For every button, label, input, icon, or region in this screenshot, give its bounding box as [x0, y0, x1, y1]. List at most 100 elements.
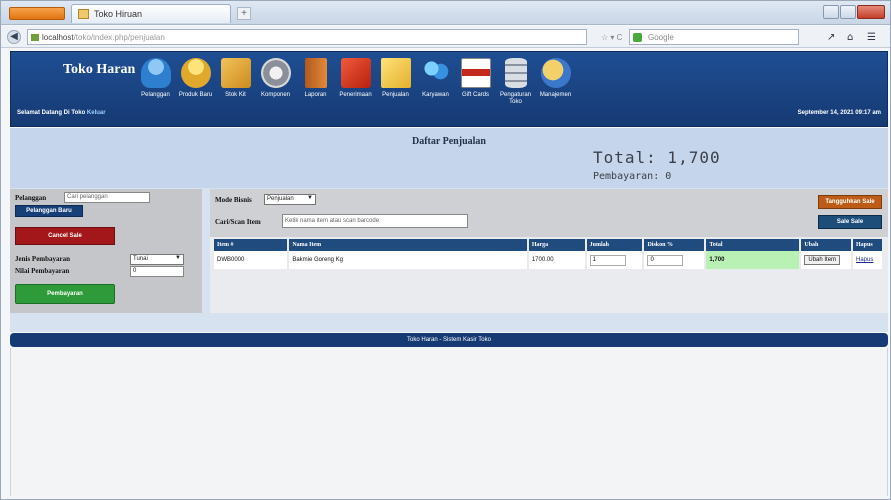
- table-row: DWB0000 Bakmie Goreng Kg 1700.00 1 0 1,7…: [214, 251, 885, 269]
- qty-input[interactable]: 1: [589, 254, 626, 266]
- menu-label: Penjualan: [382, 92, 409, 98]
- welcome-text: Selamat Datang Di Toko Keluar: [17, 110, 106, 116]
- cell-qty: 1: [585, 251, 645, 269]
- payment-type-label: Jenis Pembayaran: [15, 255, 71, 263]
- col-qty: Jumlah: [585, 239, 645, 251]
- menu-label: Penerimaan: [339, 92, 372, 98]
- mode-label: Mode Bisnis: [215, 196, 252, 204]
- menu-label: Pengaturan Toko: [499, 92, 532, 105]
- customer-input[interactable]: Cari pelanggan: [64, 192, 150, 203]
- menu-item-pengaturan[interactable]: Pengaturan Toko: [497, 56, 534, 116]
- download-icon[interactable]: ↗: [827, 32, 835, 43]
- left-panel: Pelanggan Cari pelanggan Pelanggan Baru …: [10, 189, 206, 313]
- menu-icon[interactable]: ☰: [867, 32, 876, 43]
- empty-page-area: [10, 348, 888, 496]
- footer: Toko Haran - Sistem Kasir Toko: [10, 333, 888, 347]
- payment-value-label: Nilai Pembayaran: [15, 267, 70, 275]
- logout-link[interactable]: Keluar: [87, 110, 106, 116]
- payment-display: Pembayaran: 0: [593, 171, 672, 182]
- menu-item-manajemen[interactable]: Manajemen: [537, 56, 574, 116]
- main-panel: Mode Bisnis Penjualan ▼ Cari/Scan Item K…: [210, 189, 888, 313]
- content-area: Daftar Penjualan Total: 1,700 Pembayaran…: [10, 128, 888, 332]
- menu-item-stok[interactable]: Stok Kit: [217, 56, 254, 116]
- search-bar[interactable]: Google: [629, 29, 799, 45]
- main-menu: Pelanggan Produk Baru Stok Kit Komponen …: [137, 56, 577, 116]
- cell-price: 1700.00: [527, 251, 587, 269]
- cell-item: DWB0000: [214, 251, 290, 269]
- table-header-row: Item # Nama Item Harga Jumlah Diskon % T…: [214, 239, 885, 251]
- total-display: Total: 1,700: [593, 148, 721, 167]
- back-arrow-icon[interactable]: ◀: [7, 30, 21, 44]
- menu-item-penerimaan[interactable]: Penerimaan: [337, 56, 374, 116]
- mode-select[interactable]: Penjualan ▼: [264, 194, 316, 205]
- close-window-button[interactable]: [857, 5, 885, 19]
- payment-value-input[interactable]: 0: [130, 266, 184, 277]
- item-search-label: Cari/Scan Item: [215, 218, 261, 226]
- menu-item-penjualan[interactable]: Penjualan: [377, 56, 414, 116]
- gear-icon: [260, 58, 291, 88]
- cart-table: Item # Nama Item Harga Jumlah Diskon % T…: [214, 239, 885, 269]
- url-host: localhost: [42, 33, 74, 42]
- database-icon: [504, 58, 527, 88]
- user-gold-icon: [180, 58, 211, 88]
- suspend-sale-button[interactable]: Tangguhkan Sale: [818, 195, 882, 209]
- payment-type-select[interactable]: Tunai ▼: [130, 254, 184, 265]
- search-placeholder: Google: [648, 33, 674, 42]
- discount-input[interactable]: 0: [647, 254, 684, 266]
- card-icon: [460, 58, 491, 88]
- menu-label: Gift Cards: [461, 92, 489, 98]
- datetime: September 14, 2021 09:17 am: [797, 110, 881, 116]
- menu-label: Stok Kit: [225, 92, 246, 98]
- cell-total: 1,700: [705, 251, 802, 269]
- maximize-button[interactable]: [840, 5, 856, 19]
- item-search-input[interactable]: Ketik nama item atau scan barcode: [282, 214, 468, 228]
- welcome-message: Selamat Datang Di Toko: [17, 110, 86, 116]
- cell-name: Bakmie Goreng Kg: [288, 251, 529, 269]
- people-icon: [420, 58, 451, 88]
- mode-value: Penjualan: [267, 196, 294, 202]
- menu-item-pelanggan[interactable]: Pelanggan: [137, 56, 174, 116]
- brand-name: Toko Haran: [63, 62, 136, 77]
- sale-toolbar: Mode Bisnis Penjualan ▼ Cari/Scan Item K…: [210, 189, 888, 237]
- delete-item-link[interactable]: Hapus: [856, 257, 873, 263]
- suspended-sales-button[interactable]: Sale Sale: [818, 215, 882, 229]
- note-icon: [380, 58, 411, 88]
- page-title: Daftar Penjualan: [412, 136, 486, 147]
- report-icon: [340, 58, 371, 88]
- cancel-sale-button[interactable]: Cancel Sale: [15, 227, 115, 245]
- menu-label: Laporan: [304, 92, 327, 98]
- minimize-button[interactable]: [823, 5, 839, 19]
- home-icon[interactable]: ⌂: [847, 32, 853, 43]
- col-price: Harga: [527, 239, 587, 251]
- pay-button[interactable]: Pembayaran: [15, 284, 115, 304]
- col-name: Nama Item: [288, 239, 529, 251]
- edit-item-button[interactable]: Ubah Item: [804, 255, 841, 265]
- menu-item-giftcards[interactable]: Gift Cards: [457, 56, 494, 116]
- chevron-down-icon: ▼: [175, 255, 181, 261]
- search-engine-icon: [633, 33, 642, 42]
- title-bar: Toko Hiruan +: [1, 1, 890, 25]
- tab-active[interactable]: Toko Hiruan: [71, 4, 231, 23]
- new-tab-button[interactable]: +: [237, 7, 251, 20]
- address-bar[interactable]: localhost/toko/index.php/penjualan: [27, 29, 587, 45]
- door-icon: [304, 58, 327, 88]
- menu-item-produk[interactable]: Produk Baru: [177, 56, 214, 116]
- menu-item-komponen[interactable]: Komponen: [257, 56, 294, 116]
- menu-item-laporan[interactable]: Laporan: [297, 56, 334, 116]
- menu-label: Produk Baru: [178, 92, 213, 98]
- menu-item-karyawan[interactable]: Karyawan: [417, 56, 454, 116]
- col-total: Total: [705, 239, 802, 251]
- customer-label: Pelanggan: [15, 194, 47, 202]
- summary-band: Daftar Penjualan Total: 1,700 Pembayaran…: [10, 128, 888, 188]
- manage-icon: [540, 58, 571, 88]
- cell-discount: 0: [643, 251, 707, 269]
- col-edit: Ubah: [800, 239, 853, 251]
- site-identity-icon: [31, 34, 39, 41]
- favicon-icon: [78, 9, 89, 19]
- user-icon: [140, 58, 171, 88]
- reload-icon[interactable]: ☆ ▾ C: [601, 33, 622, 42]
- box-icon: [220, 58, 251, 88]
- browser-menu-button[interactable]: [9, 7, 65, 20]
- new-customer-button[interactable]: Pelanggan Baru: [15, 205, 83, 217]
- chevron-down-icon: ▼: [307, 195, 313, 201]
